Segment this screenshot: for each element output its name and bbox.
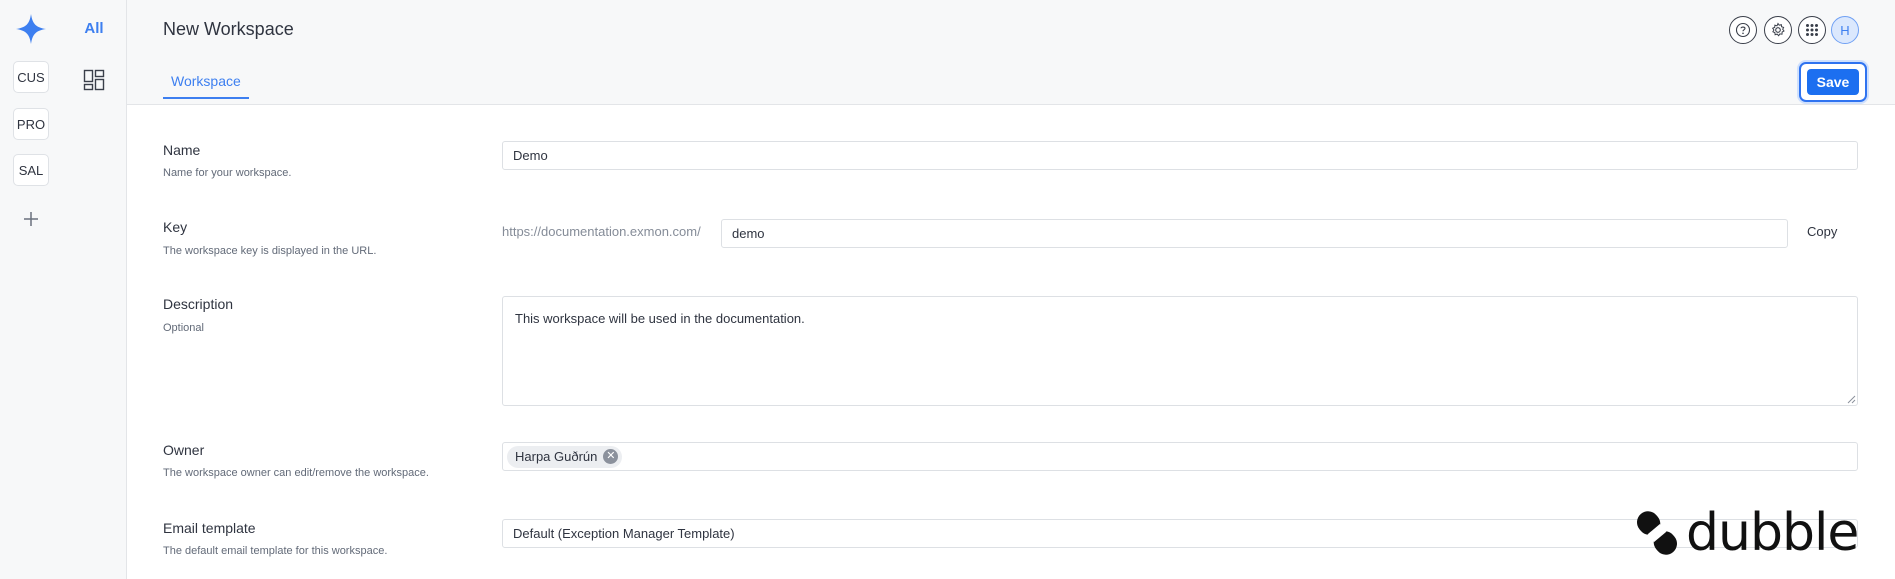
page-header: New Workspace Workspace H Save [127, 0, 1895, 105]
save-button[interactable]: Save [1807, 69, 1859, 95]
dubble-logo-icon [1637, 511, 1677, 555]
settings-icon[interactable] [1764, 16, 1792, 44]
dashboard-grid-icon[interactable] [83, 69, 105, 91]
copy-key-button[interactable]: Copy [1807, 224, 1837, 239]
description-value: This workspace will be used in the docum… [515, 311, 805, 326]
owner-chip: Harpa Guðrún ✕ [507, 445, 623, 468]
remove-owner-icon[interactable]: ✕ [603, 449, 619, 464]
workspace-cus-button[interactable]: CUS [13, 61, 49, 93]
name-input[interactable]: Demo [502, 141, 1858, 170]
user-avatar[interactable]: H [1831, 16, 1859, 44]
key-label: Key [163, 219, 188, 235]
workspace-sal-button[interactable]: SAL [13, 154, 49, 186]
key-input[interactable]: demo [721, 219, 1788, 248]
tab-workspace[interactable]: Workspace [163, 70, 249, 99]
dubble-watermark: dubble [1634, 503, 1859, 563]
name-input-value: Demo [513, 148, 548, 163]
key-help: The workspace key is displayed in the UR… [163, 245, 377, 257]
all-filter-link[interactable]: All [62, 20, 126, 37]
description-help: Optional [163, 322, 204, 334]
plus-icon[interactable] [19, 207, 43, 231]
email-template-label: Email template [163, 520, 256, 536]
save-button-focus-ring: Save [1799, 62, 1867, 102]
dubble-wordmark: dubble [1686, 503, 1859, 563]
key-input-value: demo [732, 226, 765, 241]
owner-label: Owner [163, 442, 205, 458]
owner-help: The workspace owner can edit/remove the … [163, 467, 429, 479]
resize-grip-icon[interactable] [1847, 395, 1856, 404]
help-icon[interactable] [1729, 16, 1757, 44]
description-textarea[interactable]: This workspace will be used in the docum… [502, 296, 1858, 406]
apps-grid-icon[interactable] [1798, 16, 1826, 44]
sparkle-logo-icon[interactable] [14, 12, 48, 46]
workspace-pro-button[interactable]: PRO [13, 108, 49, 140]
owner-select[interactable]: Harpa Guðrún ✕ [502, 442, 1858, 471]
secondary-sidebar: All [62, 0, 127, 579]
owner-chip-label: Harpa Guðrún [515, 449, 598, 464]
name-label: Name [163, 142, 201, 158]
name-help: Name for your workspace. [163, 167, 292, 179]
key-url-prefix: https://documentation.exmon.com/ [502, 224, 701, 239]
description-label: Description [163, 296, 234, 312]
email-template-value: Default (Exception Manager Template) [513, 526, 735, 541]
page-title: New Workspace [163, 19, 294, 39]
workspace-rail: CUS PRO SAL [0, 0, 63, 579]
email-template-help: The default email template for this work… [163, 545, 388, 557]
